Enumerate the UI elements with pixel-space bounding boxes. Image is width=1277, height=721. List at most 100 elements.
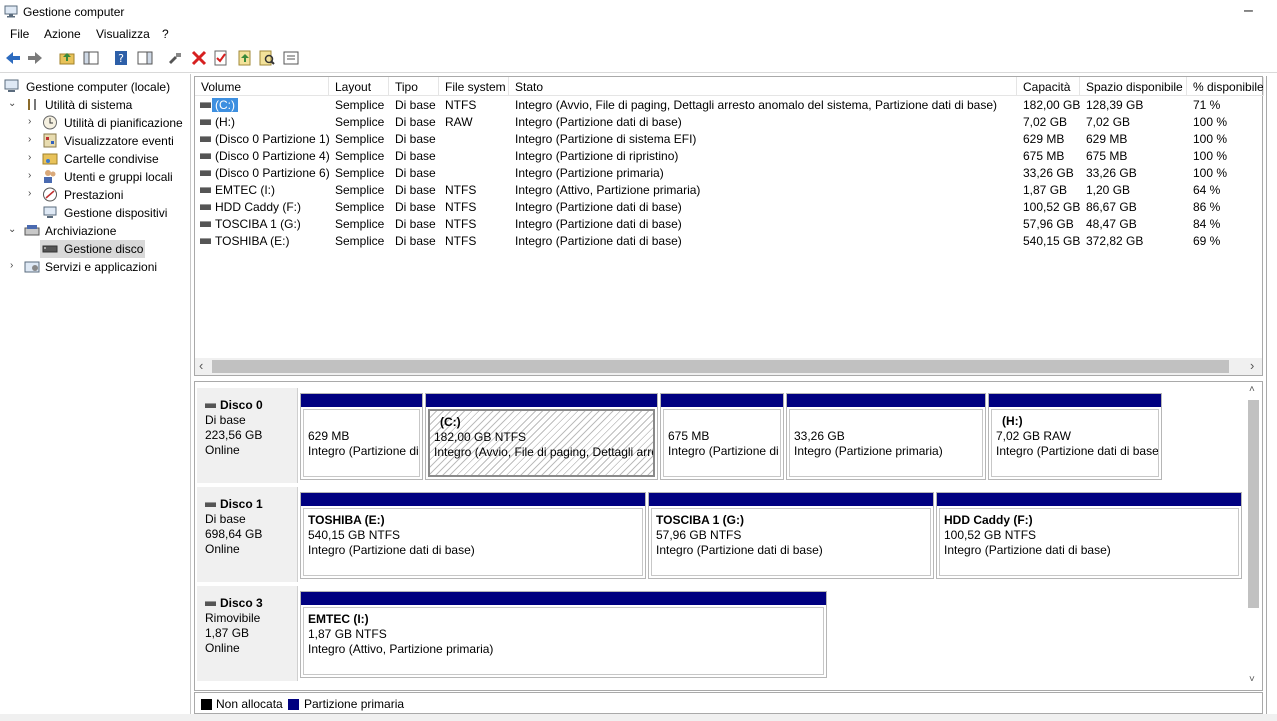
- disk-graphic-view: Disco 0 Di base 223,56 GB Online 629 MB Integ…: [194, 381, 1263, 691]
- scroll-right-icon[interactable]: ›: [1250, 358, 1254, 373]
- tree-item-event-viewer[interactable]: › Visualizzatore eventi: [0, 132, 190, 150]
- partition-block[interactable]: TOSHIBA (E:) 540,15 GB NTFS Integro (Parti…: [300, 492, 646, 579]
- volume-list: Volume Layout Tipo File system Stato Cap…: [194, 76, 1264, 376]
- tree-item-storage[interactable]: ⌄ Archiviazione: [0, 222, 190, 240]
- scroll-left-icon[interactable]: ‹: [199, 358, 203, 373]
- partition-name: [794, 414, 982, 429]
- column-volume[interactable]: Volume: [195, 77, 329, 96]
- column-spazio-disponibile[interactable]: Spazio disponibile: [1080, 77, 1187, 96]
- chevron-right-icon[interactable]: ›: [28, 170, 38, 181]
- table-row[interactable]: (H:) Semplice Di base RAW Integro (Partizion…: [195, 114, 1264, 131]
- tree-item-device-manager[interactable]: Gestione dispositivi: [0, 204, 190, 222]
- cell-fs: NTFS: [445, 234, 477, 248]
- action-pane-edge: [1266, 76, 1277, 716]
- scrollbar-thumb[interactable]: [212, 360, 1229, 373]
- tree-item-local-users[interactable]: › Utenti e gruppi locali: [0, 168, 190, 186]
- cell-capacita: 675 MB: [1023, 149, 1065, 163]
- table-row[interactable]: TOSHIBA (E:) Semplice Di base NTFS Integro (…: [195, 233, 1264, 250]
- partition-block[interactable]: 629 MB Integro (Partizione di: [300, 393, 423, 480]
- chevron-right-icon[interactable]: ›: [10, 260, 20, 271]
- partition-status: Integro (Partizione di: [308, 444, 419, 458]
- column-tipo[interactable]: Tipo: [389, 77, 439, 96]
- partition-size: 33,26 GB: [794, 429, 845, 443]
- forward-arrow-icon[interactable]: [26, 49, 44, 67]
- chevron-down-icon[interactable]: ⌄: [8, 98, 18, 109]
- partition-status: Integro (Partizione dati di base: [996, 444, 1159, 458]
- disk-label[interactable]: Disco 3 Rimovibile 1,87 GB Online: [197, 586, 298, 681]
- users-icon: [44, 170, 56, 183]
- scroll-up-icon[interactable]: ˄: [1249, 384, 1255, 395]
- partition-block[interactable]: 675 MB Integro (Partizione di: [660, 393, 784, 480]
- connect-icon[interactable]: [166, 49, 184, 67]
- delete-icon[interactable]: [190, 49, 208, 67]
- table-row[interactable]: (Disco 0 Partizione 6) Semplice Di base Int…: [195, 165, 1264, 182]
- cell-capacita: 57,96 GB: [1023, 217, 1074, 231]
- tree-item-root[interactable]: Gestione computer (locale): [0, 78, 190, 96]
- vertical-scrollbar[interactable]: ˄ ˅: [1244, 382, 1262, 690]
- menu-file[interactable]: File: [10, 27, 29, 41]
- table-row[interactable]: HDD Caddy (F:) Semplice Di base NTFS Integro…: [195, 199, 1264, 216]
- export-icon[interactable]: [236, 49, 254, 67]
- search-icon[interactable]: [258, 49, 276, 67]
- cell-perc: 84 %: [1193, 217, 1221, 231]
- console-tree-icon[interactable]: [82, 49, 100, 67]
- partition-block[interactable]: (C:) 182,00 GB NTFS Integro (Avvio, File d…: [425, 393, 658, 480]
- menu-visualizza[interactable]: Visualizza: [96, 27, 150, 41]
- partition-block[interactable]: (H:) 7,02 GB RAW Integro (Partizione dati …: [988, 393, 1162, 480]
- partition-size: 629 MB: [308, 429, 350, 443]
- back-arrow-icon[interactable]: [4, 49, 22, 67]
- partition-size: 7,02 GB RAW: [996, 429, 1071, 443]
- table-row[interactable]: EMTEC (I:) Semplice Di base NTFS Integro (At…: [195, 182, 1264, 199]
- partition-bar: [301, 493, 645, 506]
- action-pane-icon[interactable]: [136, 49, 154, 67]
- close-button[interactable]: –: [1244, 2, 1253, 20]
- partition-block[interactable]: 33,26 GB Integro (Partizione primaria): [786, 393, 986, 480]
- chevron-down-icon[interactable]: ⌄: [8, 224, 18, 235]
- chevron-right-icon[interactable]: ›: [28, 116, 38, 127]
- column-layout[interactable]: Layout: [329, 77, 389, 96]
- tree-item-services[interactable]: › Servizi e applicazioni: [0, 258, 190, 276]
- column-perc-disponibile[interactable]: % disponibile: [1187, 77, 1264, 96]
- table-row[interactable]: (C:) Semplice Di base NTFS Integro (Avvio, F…: [195, 97, 1264, 114]
- menu-azione[interactable]: Azione: [44, 27, 81, 41]
- help-icon[interactable]: ?: [112, 49, 130, 67]
- properties-icon[interactable]: [212, 49, 230, 67]
- chevron-right-icon[interactable]: ›: [28, 152, 38, 163]
- tree-item-task-scheduler[interactable]: › Utilità di pianificazione: [0, 114, 190, 132]
- partition-body: 675 MB Integro (Partizione di: [663, 409, 781, 477]
- device-manager-icon: [43, 206, 57, 218]
- tree-item-disk-management[interactable]: Gestione disco: [40, 240, 145, 258]
- horizontal-scrollbar[interactable]: ‹ ›: [195, 358, 1262, 375]
- tree-item-shared-folders[interactable]: › Cartelle condivise: [0, 150, 190, 168]
- column-capacita[interactable]: Capacità: [1017, 77, 1080, 96]
- storage-icon: [24, 225, 40, 236]
- column-stato[interactable]: Stato: [509, 77, 1017, 96]
- partition-block[interactable]: HDD Caddy (F:) 100,52 GB NTFS Integro (Par…: [936, 492, 1242, 579]
- cell-spazio: 7,02 GB: [1086, 115, 1131, 129]
- cell-capacita: 182,00 GB: [1023, 98, 1081, 112]
- partition-bar: [301, 394, 422, 407]
- chevron-right-icon[interactable]: ›: [28, 188, 38, 199]
- menu-help[interactable]: ?: [162, 27, 169, 41]
- up-folder-icon[interactable]: [58, 49, 76, 67]
- scroll-down-icon[interactable]: ˅: [1249, 674, 1255, 685]
- disk-label[interactable]: Disco 0 Di base 223,56 GB Online: [197, 388, 298, 483]
- cell-stato: Integro (Partizione di ripristino): [515, 149, 679, 163]
- list-icon[interactable]: [282, 49, 300, 67]
- cell-perc: 100 %: [1193, 132, 1228, 146]
- chevron-right-icon[interactable]: ›: [28, 134, 38, 145]
- cell-layout: Semplice: [335, 149, 385, 163]
- table-row[interactable]: TOSCIBA 1 (G:) Semplice Di base NTFS Integro…: [195, 216, 1264, 233]
- disk-label[interactable]: Disco 1 Di base 698,64 GB Online: [197, 487, 298, 582]
- table-row[interactable]: (Disco 0 Partizione 1) Semplice Di base Int…: [195, 131, 1264, 148]
- tree-label: Gestione disco: [64, 242, 144, 256]
- tree-item-performance[interactable]: › Prestazioni: [0, 186, 190, 204]
- column-file-system[interactable]: File system: [439, 77, 509, 96]
- scrollbar-thumb[interactable]: [1248, 400, 1259, 608]
- cell-stato: Integro (Partizione dati di base): [515, 234, 682, 248]
- table-row[interactable]: (Disco 0 Partizione 4) Semplice Di base Int…: [195, 148, 1264, 165]
- partition-block[interactable]: EMTEC (I:) 1,87 GB NTFS Integro (Attivo, P…: [300, 591, 827, 678]
- tree-item-system-tools[interactable]: ⌄ Utilità di sistema: [0, 96, 190, 114]
- partition-block[interactable]: TOSCIBA 1 (G:) 57,96 GB NTFS Integro (Part…: [648, 492, 934, 579]
- cell-perc: 100 %: [1193, 115, 1228, 129]
